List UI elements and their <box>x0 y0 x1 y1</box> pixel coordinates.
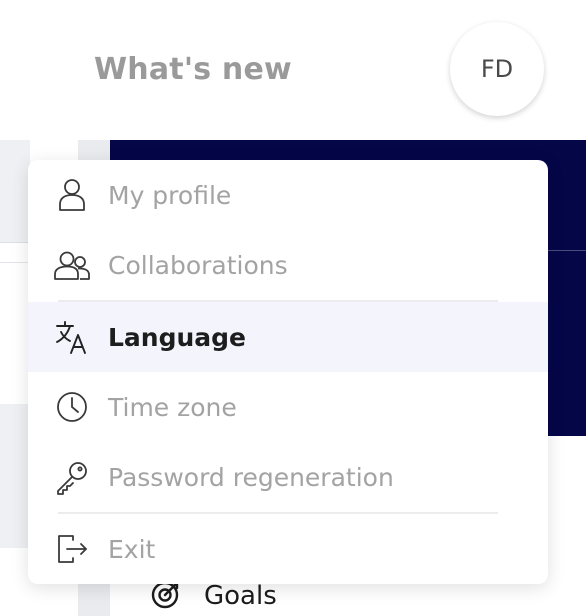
menu-item-password-regeneration[interactable]: Password regeneration <box>28 442 548 512</box>
left-panel-block <box>0 404 30 548</box>
logout-icon <box>52 529 92 569</box>
menu-item-label: Password regeneration <box>108 462 394 492</box>
menu-item-exit[interactable]: Exit <box>28 514 548 584</box>
users-icon <box>52 245 92 285</box>
menu-item-my-profile[interactable]: My profile <box>28 160 548 230</box>
key-icon <box>52 457 92 497</box>
clock-icon <box>52 387 92 427</box>
menu-item-time-zone[interactable]: Time zone <box>28 372 548 442</box>
left-panel-block <box>0 140 30 243</box>
app-root: What's new FD Goals My profile Collabora… <box>0 0 586 616</box>
left-panel-divider <box>0 262 30 263</box>
menu-item-label: Collaborations <box>108 250 288 280</box>
user-dropdown-menu: My profile Collaborations Language Time … <box>28 160 548 584</box>
whats-new-link[interactable]: What's new <box>94 52 292 87</box>
translate-icon <box>52 317 92 357</box>
menu-item-label: Language <box>108 322 247 352</box>
menu-item-collaborations[interactable]: Collaborations <box>28 230 548 300</box>
top-header: What's new FD <box>0 0 586 140</box>
avatar-initials: FD <box>480 55 514 83</box>
person-icon <box>52 175 92 215</box>
user-avatar-button[interactable]: FD <box>450 22 544 116</box>
menu-item-label: Exit <box>108 534 156 564</box>
navy-banner-divider <box>548 250 586 251</box>
menu-item-label: Time zone <box>108 392 237 422</box>
sidebar-item-label: Goals <box>204 581 277 611</box>
menu-item-language[interactable]: Language <box>28 302 548 372</box>
menu-item-label: My profile <box>108 180 232 210</box>
